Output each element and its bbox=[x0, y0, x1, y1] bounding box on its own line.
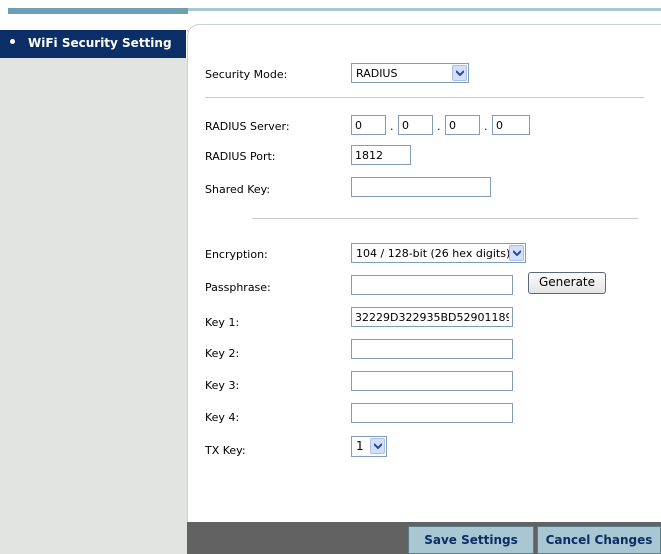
save-settings-button[interactable]: Save Settings bbox=[408, 526, 534, 554]
key4-input[interactable] bbox=[351, 403, 513, 423]
shared-key-label: Shared Key: bbox=[205, 183, 271, 196]
security-mode-select[interactable]: RADIUS bbox=[351, 63, 469, 83]
radius-server-octet-2[interactable] bbox=[398, 115, 433, 135]
chevron-down-icon[interactable] bbox=[370, 438, 385, 454]
encryption-label: Encryption: bbox=[205, 248, 268, 261]
radius-port-label: RADIUS Port: bbox=[205, 150, 276, 163]
key2-input[interactable] bbox=[351, 339, 513, 359]
sidebar: WiFi Security Setting bbox=[0, 30, 188, 554]
key4-label: Key 4: bbox=[205, 411, 240, 424]
top-accent-right bbox=[188, 8, 661, 11]
radius-server-octet-3[interactable] bbox=[445, 115, 480, 135]
octet-separator: . bbox=[437, 120, 441, 133]
sidebar-item-label: WiFi Security Setting bbox=[28, 36, 172, 50]
passphrase-label: Passphrase: bbox=[205, 281, 271, 294]
top-accent-left bbox=[8, 8, 188, 14]
security-mode-value: RADIUS bbox=[356, 67, 398, 80]
cancel-changes-button[interactable]: Cancel Changes bbox=[537, 526, 661, 554]
divider bbox=[252, 218, 638, 219]
key2-label: Key 2: bbox=[205, 347, 240, 360]
tx-key-label: TX Key: bbox=[205, 444, 246, 457]
generate-button[interactable]: Generate bbox=[528, 272, 606, 294]
key3-input[interactable] bbox=[351, 371, 513, 391]
radius-server-label: RADIUS Server: bbox=[205, 120, 290, 133]
encryption-select[interactable]: 104 / 128-bit (26 hex digits) bbox=[351, 243, 526, 263]
passphrase-input[interactable] bbox=[351, 275, 513, 295]
octet-separator: . bbox=[484, 120, 488, 133]
chevron-down-icon[interactable] bbox=[509, 245, 524, 261]
tx-key-select[interactable]: 1 bbox=[351, 436, 387, 457]
chevron-down-icon[interactable] bbox=[452, 65, 467, 81]
octet-separator: . bbox=[390, 120, 394, 133]
key1-input[interactable] bbox=[351, 307, 513, 327]
radius-server-octet-4[interactable] bbox=[492, 115, 530, 135]
shared-key-input[interactable] bbox=[351, 177, 491, 197]
key3-label: Key 3: bbox=[205, 379, 240, 392]
encryption-value: 104 / 128-bit (26 hex digits) bbox=[356, 247, 511, 260]
divider bbox=[205, 97, 644, 98]
security-mode-label: Security Mode: bbox=[205, 68, 288, 81]
key1-label: Key 1: bbox=[205, 316, 240, 329]
sidebar-item-wifi-security[interactable]: WiFi Security Setting bbox=[0, 30, 186, 58]
radius-server-octet-1[interactable] bbox=[351, 115, 386, 135]
bullet-icon bbox=[10, 39, 15, 44]
radius-port-input[interactable] bbox=[351, 145, 411, 165]
tx-key-value: 1 bbox=[356, 439, 364, 453]
